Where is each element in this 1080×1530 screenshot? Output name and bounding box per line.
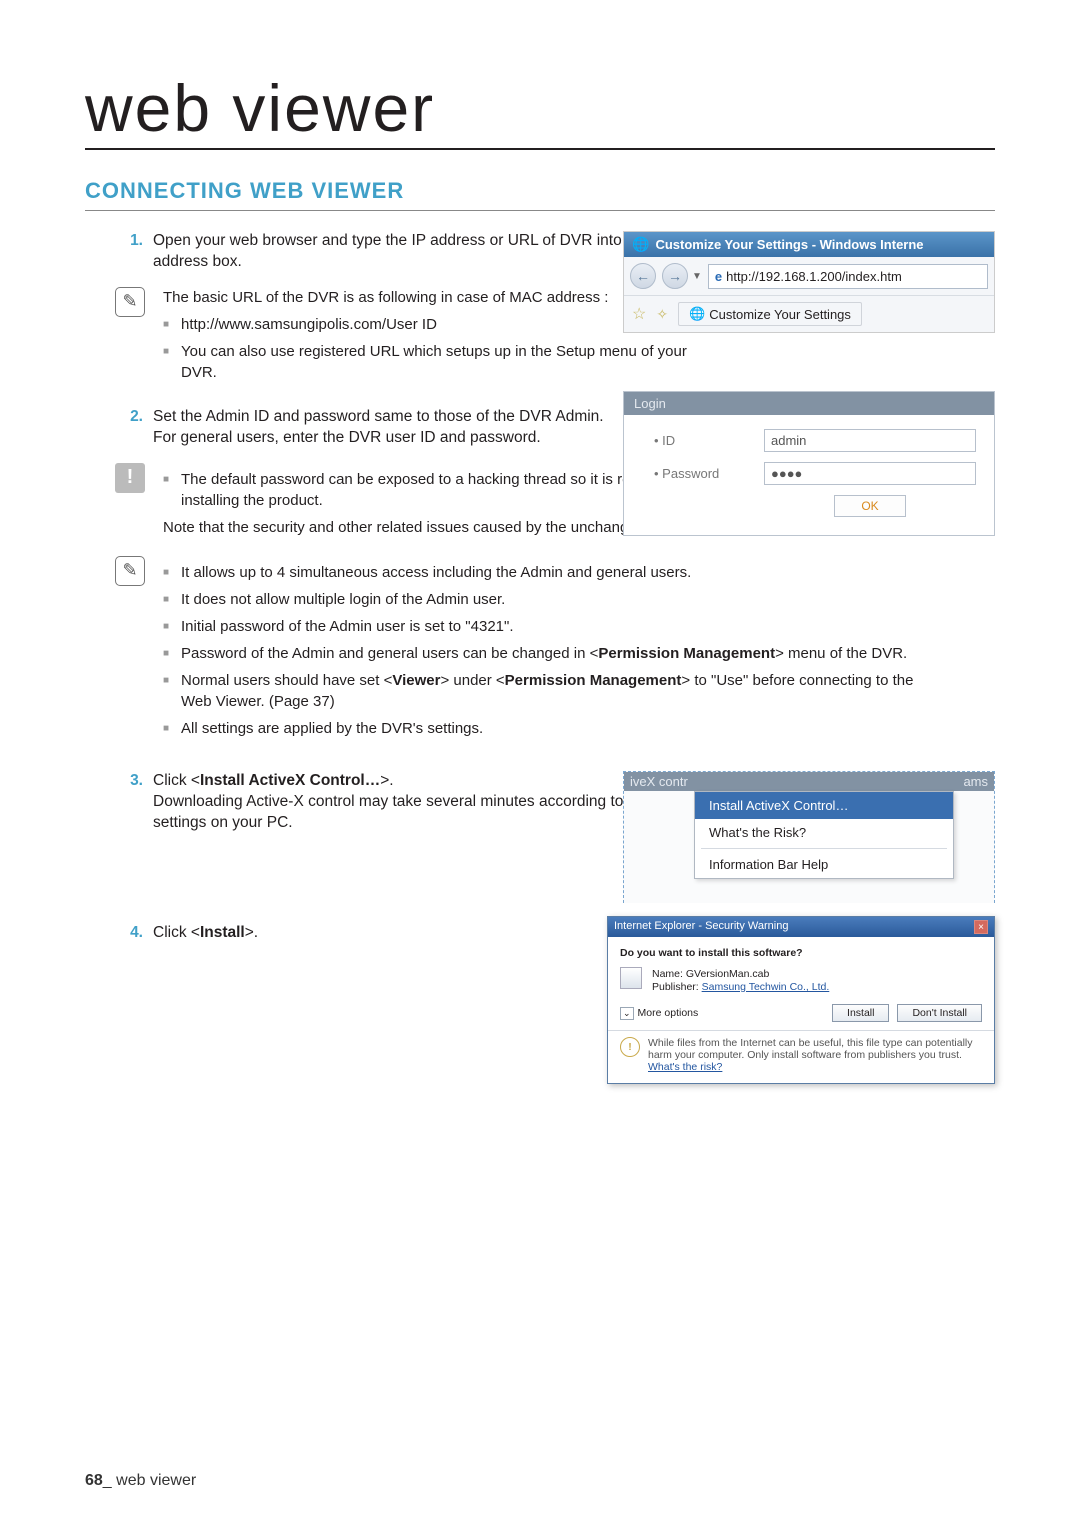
note-icon: ✎ [115, 287, 145, 317]
dialog-divider [608, 1030, 994, 1031]
page-title: web viewer [85, 70, 995, 150]
bullet-text: It allows up to 4 simultaneous access in… [181, 562, 691, 583]
browser-window: 🌐 Customize Your Settings - Windows Inte… [623, 231, 995, 333]
bullet-text: Password of the Admin and general users … [181, 643, 907, 664]
security-warning-dialog: Internet Explorer - Security Warning × D… [607, 916, 995, 1084]
file-icon [620, 967, 642, 989]
page-footer: 68_ web viewer [85, 1472, 196, 1490]
bullet-text: All settings are applied by the DVR's se… [181, 718, 483, 739]
back-button[interactable]: ← [630, 263, 656, 289]
browser-titlebar: 🌐 Customize Your Settings - Windows Inte… [624, 232, 994, 257]
browser-tab[interactable]: 🌐 Customize Your Settings [678, 302, 862, 326]
ok-button[interactable]: OK [834, 495, 905, 517]
password-label: Password [654, 466, 764, 481]
bullet-icon: ■ [163, 345, 175, 383]
url-text: http://192.168.1.200/index.htm [726, 269, 902, 284]
step-number: 1. [115, 231, 143, 273]
add-favorites-icon[interactable]: ✧ [656, 306, 668, 323]
bullet-icon: ■ [163, 593, 175, 610]
address-bar[interactable]: e http://192.168.1.200/index.htm [708, 264, 988, 289]
bar-text-left: iveX contr [630, 774, 688, 789]
bullet-icon: ■ [163, 722, 175, 739]
favorites-star-icon[interactable]: ☆ [632, 304, 646, 324]
section-title: CONNECTING WEB VIEWER [85, 178, 995, 211]
bullet-icon: ■ [163, 566, 175, 583]
dialog-warning-text: ! While files from the Internet can be u… [620, 1037, 982, 1073]
dialog-title: Internet Explorer - Security Warning [614, 920, 788, 934]
step2-line2: For general users, enter the DVR user ID… [153, 429, 541, 446]
file-name-row: Name: GVersionMan.cab [652, 968, 829, 980]
dont-install-button[interactable]: Don't Install [897, 1004, 982, 1022]
step-number: 2. [115, 407, 143, 449]
whats-the-risk-link[interactable]: What's the risk? [648, 1061, 722, 1073]
tab-label: Customize Your Settings [709, 307, 851, 322]
bullet-text: http://www.samsungipolis.com/User ID [181, 314, 437, 335]
bullet-icon: ■ [163, 318, 175, 335]
bullet-icon: ■ [163, 620, 175, 637]
content-area: 🌐 Customize Your Settings - Windows Inte… [85, 231, 995, 944]
note-text: The basic URL of the DVR is as following… [163, 289, 608, 306]
whats-the-risk-item[interactable]: What's the Risk? [695, 819, 953, 846]
settings-icon: 🌐 [689, 306, 705, 322]
nav-history-dropdown[interactable]: ▼ [692, 271, 702, 282]
publisher-link[interactable]: Samsung Techwin Co., Ltd. [702, 981, 830, 993]
browser-nav: ← → ▼ e http://192.168.1.200/index.htm [624, 257, 994, 296]
info-bar-help-item[interactable]: Information Bar Help [695, 851, 953, 878]
install-activex-item[interactable]: Install ActiveX Control… [695, 792, 953, 819]
bullet-text: You can also use registered URL which se… [181, 341, 723, 383]
step2-line1: Set the Admin ID and password same to th… [153, 408, 604, 425]
bar-text-right: ams [963, 774, 988, 789]
dialog-titlebar: Internet Explorer - Security Warning × [608, 917, 994, 937]
bullet-icon: ■ [163, 674, 175, 712]
forward-button[interactable]: → [662, 263, 688, 289]
bullet-text: Normal users should have set <Viewer> un… [181, 670, 943, 712]
note-capabilities: ✎ ■ It allows up to 4 simultaneous access… [115, 556, 995, 745]
browser-favorites-bar: ☆ ✧ 🌐 Customize Your Settings [624, 296, 994, 332]
browser-title: Customize Your Settings - Windows Intern… [655, 237, 923, 252]
step-number: 4. [115, 923, 143, 944]
page-icon: e [715, 269, 722, 284]
install-button[interactable]: Install [832, 1004, 889, 1022]
bullet-icon: ■ [163, 473, 175, 511]
login-title: Login [624, 392, 994, 415]
dialog-question: Do you want to install this software? [620, 947, 982, 959]
bullet-text: Initial password of the Admin user is se… [181, 616, 514, 637]
footer-label: web viewer [116, 1472, 196, 1489]
note-body: ■ It allows up to 4 simultaneous access i… [163, 556, 943, 745]
bullet-text: It does not allow multiple login of the … [181, 589, 505, 610]
login-panel: Login ID admin Password ●●●● OK [623, 391, 995, 536]
activex-bar: iveX contr ams [624, 772, 994, 791]
id-label: ID [654, 433, 764, 448]
publisher-row: Publisher: Samsung Techwin Co., Ltd. [652, 981, 829, 993]
warning-icon: ! [115, 463, 145, 493]
page-number: 68 [85, 1472, 103, 1489]
menu-divider [701, 848, 947, 849]
footer-separator: _ [103, 1472, 116, 1489]
id-input[interactable]: admin [764, 429, 976, 452]
step-number: 3. [115, 771, 143, 834]
chevron-icon: ⌄ [620, 1007, 634, 1020]
bullet-icon: ■ [163, 647, 175, 664]
close-button[interactable]: × [974, 920, 988, 934]
password-input[interactable]: ●●●● [764, 462, 976, 485]
activex-context-menu: Install ActiveX Control… What's the Risk… [694, 791, 954, 879]
activex-info-bar: iveX contr ams Install ActiveX Control… … [623, 771, 995, 903]
shield-warning-icon: ! [620, 1037, 640, 1057]
more-options[interactable]: ⌄ More options [620, 1007, 698, 1020]
note-icon: ✎ [115, 556, 145, 586]
ie-icon: 🌐 [632, 236, 649, 253]
